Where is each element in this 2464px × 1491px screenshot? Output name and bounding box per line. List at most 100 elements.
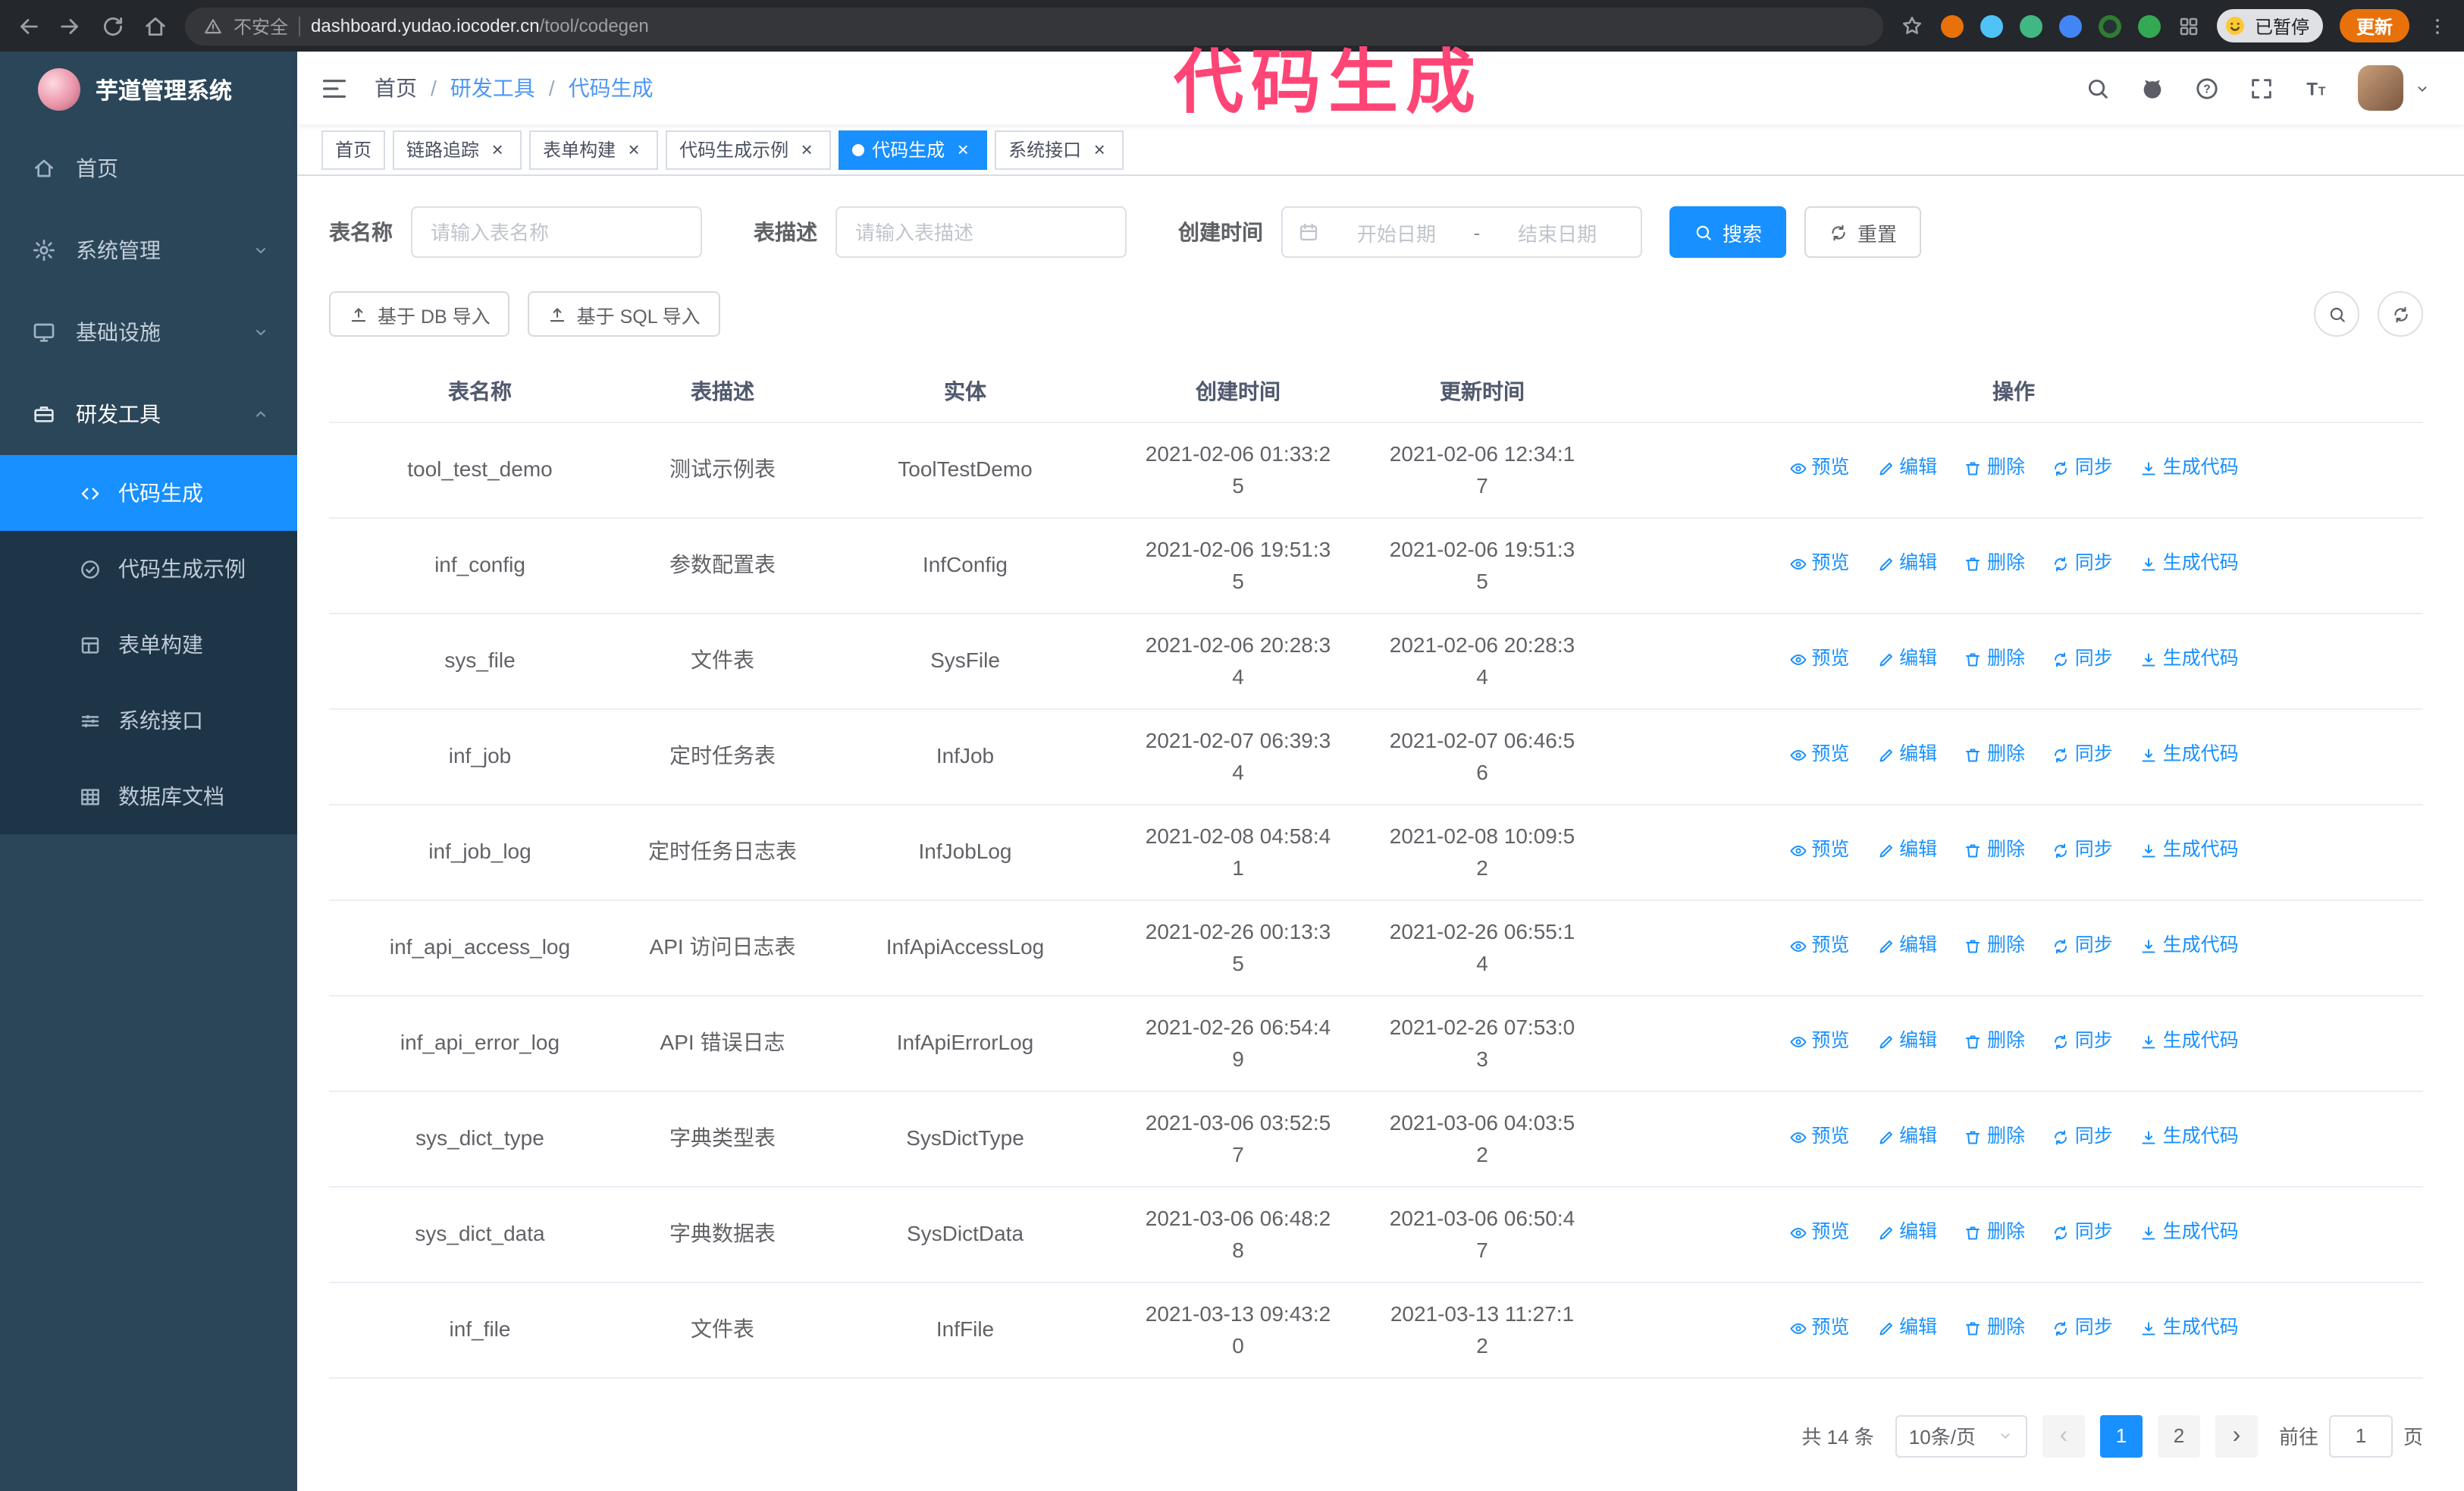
close-icon[interactable] <box>1089 139 1110 160</box>
reset-button[interactable]: 重置 <box>1804 206 1922 258</box>
sync-link[interactable]: 同步 <box>2052 644 2113 676</box>
delete-link[interactable]: 删除 <box>1964 739 2025 771</box>
prev-page-button[interactable] <box>2042 1414 2085 1457</box>
tab-codegen[interactable]: 代码生成 <box>839 130 988 169</box>
delete-link[interactable]: 删除 <box>1964 931 2025 962</box>
sidebar-item-devtools[interactable]: 研发工具 <box>0 373 297 455</box>
import-db-button[interactable]: 基于 DB 导入 <box>329 291 510 337</box>
sidebar-item-infrastructure[interactable]: 基础设施 <box>0 291 297 373</box>
edit-link[interactable]: 编辑 <box>1876 548 1937 580</box>
generate-code-link[interactable]: 生成代码 <box>2140 644 2239 676</box>
preview-link[interactable]: 预览 <box>1788 548 1849 580</box>
sidebar-item-system-api[interactable]: 系统接口 <box>0 683 297 758</box>
delete-link[interactable]: 删除 <box>1964 1217 2025 1249</box>
extensions-puzzle-icon[interactable] <box>2177 14 2200 37</box>
breadcrumb-item[interactable]: 首页 <box>375 73 417 103</box>
user-avatar-menu[interactable] <box>2358 65 2431 111</box>
import-sql-button[interactable]: 基于 SQL 导入 <box>528 291 720 337</box>
sync-link[interactable]: 同步 <box>2052 1122 2113 1154</box>
breadcrumb-item[interactable]: 研发工具 <box>450 73 535 103</box>
delete-link[interactable]: 删除 <box>1964 548 2025 580</box>
hamburger-icon[interactable] <box>320 74 349 102</box>
breadcrumb-item[interactable]: 代码生成 <box>569 73 654 103</box>
preview-link[interactable]: 预览 <box>1788 1026 1849 1058</box>
reload-icon[interactable] <box>100 13 126 39</box>
close-icon[interactable] <box>623 139 644 160</box>
sync-link[interactable]: 同步 <box>2052 1217 2113 1249</box>
sync-link[interactable]: 同步 <box>2052 931 2113 962</box>
date-range-picker[interactable]: 开始日期 - 结束日期 <box>1281 206 1642 258</box>
sync-link[interactable]: 同步 <box>2052 1026 2113 1058</box>
sidebar-item-system-mgmt[interactable]: 系统管理 <box>0 209 297 291</box>
page-size-select[interactable]: 10条/页 <box>1895 1414 2027 1457</box>
close-icon[interactable] <box>487 139 508 160</box>
close-icon[interactable] <box>796 139 817 160</box>
delete-link[interactable]: 删除 <box>1964 1313 2025 1345</box>
extension-icon[interactable] <box>1980 14 2003 37</box>
preview-link[interactable]: 预览 <box>1788 835 1849 867</box>
browser-menu-icon[interactable] <box>2426 14 2449 37</box>
address-bar[interactable]: 不安全 dashboard.yudao.iocoder.cn/tool/code… <box>185 7 1883 45</box>
tab-home[interactable]: 首页 <box>321 130 386 169</box>
sync-link[interactable]: 同步 <box>2052 453 2113 485</box>
preview-link[interactable]: 预览 <box>1788 931 1849 962</box>
search-button[interactable]: 搜索 <box>1669 206 1787 258</box>
delete-link[interactable]: 删除 <box>1964 644 2025 676</box>
next-page-button[interactable] <box>2215 1414 2258 1457</box>
table-desc-input[interactable] <box>835 206 1127 258</box>
preview-link[interactable]: 预览 <box>1788 739 1849 771</box>
back-icon[interactable] <box>15 13 41 39</box>
delete-link[interactable]: 删除 <box>1964 835 2025 867</box>
home-nav-icon[interactable] <box>143 13 168 39</box>
extension-icon[interactable] <box>1940 14 1964 37</box>
fullscreen-icon[interactable] <box>2249 75 2274 101</box>
sync-link[interactable]: 同步 <box>2052 739 2113 771</box>
preview-link[interactable]: 预览 <box>1788 1217 1849 1249</box>
delete-link[interactable]: 删除 <box>1964 1122 2025 1154</box>
start-date-placeholder[interactable]: 开始日期 <box>1328 218 1465 246</box>
end-date-placeholder[interactable]: 结束日期 <box>1489 218 1625 246</box>
generate-code-link[interactable]: 生成代码 <box>2140 548 2239 580</box>
generate-code-link[interactable]: 生成代码 <box>2140 453 2239 485</box>
insecure-warning-icon[interactable] <box>203 16 223 36</box>
logo[interactable]: 芋道管理系统 <box>0 52 297 127</box>
tab-trace[interactable]: 链路追踪 <box>393 130 522 169</box>
tab-codegen-example[interactable]: 代码生成示例 <box>666 130 832 169</box>
refresh-table-button[interactable] <box>2378 291 2423 337</box>
extension-icon[interactable] <box>2058 14 2082 37</box>
edit-link[interactable]: 编辑 <box>1876 1217 1937 1249</box>
edit-link[interactable]: 编辑 <box>1876 835 1937 867</box>
edit-link[interactable]: 编辑 <box>1876 739 1937 771</box>
github-icon[interactable] <box>2140 75 2165 101</box>
extension-icon[interactable] <box>2137 14 2161 37</box>
edit-link[interactable]: 编辑 <box>1876 644 1937 676</box>
generate-code-link[interactable]: 生成代码 <box>2140 931 2239 962</box>
preview-link[interactable]: 预览 <box>1788 1122 1849 1154</box>
extension-icon[interactable] <box>2098 14 2121 37</box>
bookmark-star-icon[interactable] <box>1900 14 1924 38</box>
sidebar-item-codegen[interactable]: 代码生成 <box>0 455 297 531</box>
sync-link[interactable]: 同步 <box>2052 1313 2113 1345</box>
delete-link[interactable]: 删除 <box>1964 1026 2025 1058</box>
sidebar-item-db-doc[interactable]: 数据库文档 <box>0 758 297 834</box>
generate-code-link[interactable]: 生成代码 <box>2140 739 2239 771</box>
edit-link[interactable]: 编辑 <box>1876 1122 1937 1154</box>
edit-link[interactable]: 编辑 <box>1876 453 1937 485</box>
font-size-icon[interactable] <box>2303 75 2329 101</box>
edit-link[interactable]: 编辑 <box>1876 1026 1937 1058</box>
close-icon[interactable] <box>952 139 973 160</box>
sidebar-item-codegen-example[interactable]: 代码生成示例 <box>0 531 297 607</box>
page-button-1[interactable]: 1 <box>2099 1414 2143 1457</box>
preview-link[interactable]: 预览 <box>1788 453 1849 485</box>
search-icon[interactable] <box>2085 75 2111 101</box>
generate-code-link[interactable]: 生成代码 <box>2140 835 2239 867</box>
sync-link[interactable]: 同步 <box>2052 835 2113 867</box>
edit-link[interactable]: 编辑 <box>1876 1313 1937 1345</box>
help-icon[interactable] <box>2194 75 2220 101</box>
generate-code-link[interactable]: 生成代码 <box>2140 1122 2239 1154</box>
generate-code-link[interactable]: 生成代码 <box>2140 1313 2239 1345</box>
preview-link[interactable]: 预览 <box>1788 1313 1849 1345</box>
edit-link[interactable]: 编辑 <box>1876 931 1937 962</box>
paused-badge[interactable]: 已暂停 <box>2216 9 2323 42</box>
sidebar-item-form-builder[interactable]: 表单构建 <box>0 607 297 683</box>
